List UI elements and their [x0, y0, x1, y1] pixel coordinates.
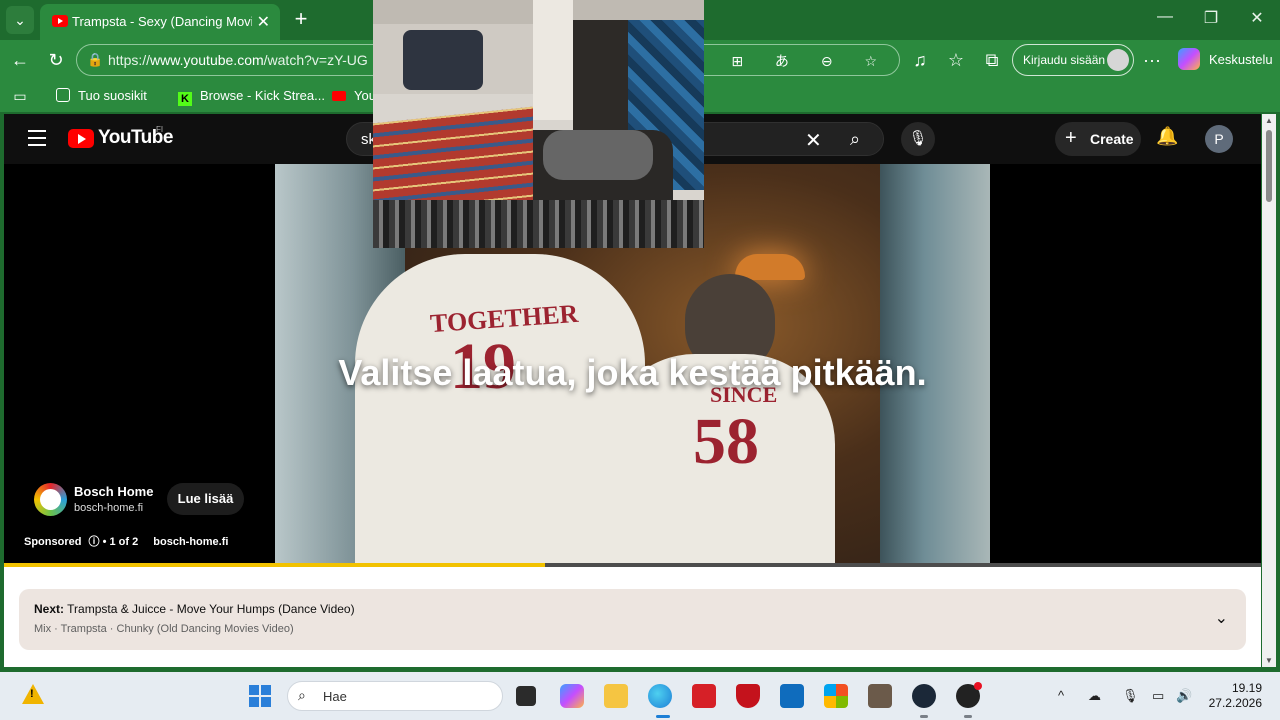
favorite-import[interactable]: Tuo suosikit: [56, 88, 147, 103]
webcam-floor-clutter: [373, 200, 704, 248]
address-url: https://www.youtube.com/watch?v=zY-UG: [108, 52, 368, 68]
scroll-up-icon[interactable]: ▲: [1265, 116, 1273, 125]
webcam-overlay: [373, 0, 704, 248]
back-arrow-icon[interactable]: ←: [8, 48, 32, 72]
game-app-icon[interactable]: [868, 684, 892, 708]
search-icon: ⌕: [298, 687, 306, 703]
outlook-icon[interactable]: [780, 684, 804, 708]
learn-more-button[interactable]: Lue lisää: [167, 483, 244, 515]
menu-icon[interactable]: [28, 130, 46, 151]
file-explorer-icon[interactable]: [604, 684, 628, 708]
address-bar-icons[interactable]: ⊞ あ ⊖ ☆: [731, 51, 891, 71]
windows-taskbar: ⌕ Hae ^ ☁ 🎙 ▭ 🔊 19.19 27.2.2026: [0, 672, 1280, 720]
browser-tab-youtube[interactable]: Trampsta - Sexy (Dancing Movies V... ✕: [40, 4, 280, 40]
warning-icon[interactable]: [22, 684, 44, 706]
new-tab-button[interactable]: +: [288, 6, 314, 32]
mcafee-icon[interactable]: [736, 684, 760, 708]
webcam-door: [533, 0, 573, 120]
clock-time: 19.19: [1231, 681, 1262, 695]
sign-in-label: Kirjaudu sisään: [1023, 53, 1106, 67]
tab-actions-chevron-icon[interactable]: ⌄: [6, 6, 34, 34]
tab-close-icon[interactable]: ✕: [257, 12, 270, 32]
up-next-panel[interactable]: Next: Trampsta & Juicce - Move Your Hump…: [19, 589, 1246, 650]
plus-icon: +: [1065, 127, 1077, 149]
steam-icon[interactable]: [912, 684, 936, 708]
close-window-button[interactable]: ✕: [1242, 8, 1272, 28]
ad-caption: Valitse laatua, joka kestää pitkään.: [338, 352, 927, 393]
copilot-icon[interactable]: [1178, 48, 1200, 70]
minimize-button[interactable]: —: [1150, 8, 1180, 26]
sign-in-button[interactable]: Kirjaudu sisään: [1012, 44, 1134, 76]
copilot-label[interactable]: Keskustelu: [1209, 52, 1273, 67]
edge-active-indicator: [656, 715, 670, 718]
onedrive-icon[interactable]: ☁: [1088, 688, 1101, 704]
tray-overflow-icon[interactable]: ^: [1058, 688, 1064, 703]
advertiser-domain: bosch-home.fi: [74, 502, 144, 514]
network-icon[interactable]: ▭: [1152, 688, 1164, 704]
sidebar-toggle-icon[interactable]: ▭: [8, 84, 32, 108]
webcam-pillow: [543, 130, 653, 180]
start-button[interactable]: [249, 685, 271, 707]
region-code: FI: [156, 125, 164, 134]
advertiser-logo[interactable]: [34, 483, 67, 516]
copilot-app-icon[interactable]: [560, 684, 584, 708]
clear-search-icon[interactable]: ✕: [805, 128, 822, 153]
search-button[interactable]: ⌕: [827, 123, 883, 155]
kick-icon: K: [178, 92, 192, 106]
create-button[interactable]: + Create: [1055, 122, 1141, 156]
volume-icon[interactable]: 🔊: [1176, 688, 1192, 704]
chevron-down-icon[interactable]: ⌄: [1215, 608, 1228, 628]
voice-search-icon[interactable]: 🎙: [901, 122, 935, 156]
info-icon[interactable]: ⓘ: [89, 536, 100, 548]
clock-date: 27.2.2026: [1208, 696, 1262, 710]
recording-badge: [974, 682, 982, 690]
steam-running-indicator: [920, 715, 928, 718]
page-scrollbar[interactable]: ▲ ▼: [1262, 114, 1276, 667]
scroll-down-icon[interactable]: ▼: [1265, 656, 1273, 665]
youtube-logo-icon[interactable]: [68, 129, 94, 148]
more-options-icon[interactable]: ···: [1140, 48, 1164, 72]
jersey-left: [355, 254, 645, 567]
advertiser-name[interactable]: Bosch Home: [74, 484, 153, 499]
microphone-icon[interactable]: 🎙: [1122, 688, 1139, 704]
youtube-icon: [332, 91, 346, 101]
below-player: Next: Trampsta & Juicce - Move Your Hump…: [4, 567, 1261, 667]
up-next-title: Next: Trampsta & Juicce - Move Your Hump…: [34, 602, 355, 616]
taskbar-clock[interactable]: 19.19 27.2.2026: [1206, 681, 1262, 711]
favorites-icon[interactable]: ☆: [944, 48, 968, 72]
up-next-subtitle: Mix · Trampsta · Chunky (Old Dancing Mov…: [34, 623, 294, 635]
sponsored-info: Sponsored ⓘ • 1 of 2 bosch-home.fi: [24, 533, 228, 549]
refresh-icon[interactable]: ↻: [44, 48, 68, 72]
jersey2-number: 58: [693, 405, 759, 478]
microsoft-store-icon[interactable]: [824, 684, 848, 708]
favorite-kick[interactable]: K Browse - Kick Strea...: [178, 88, 325, 106]
edge-icon[interactable]: [648, 684, 672, 708]
youtube-favicon-icon: [52, 15, 68, 27]
ad-counter: • 1 of 2: [102, 536, 139, 548]
tab-title: Trampsta - Sexy (Dancing Movies V...: [72, 14, 252, 29]
task-view-icon[interactable]: [516, 686, 536, 706]
restore-button[interactable]: ❐: [1196, 8, 1226, 28]
scrollbar-thumb[interactable]: [1266, 130, 1272, 202]
favorite-youtube[interactable]: You: [332, 88, 376, 103]
notifications-bell-icon[interactable]: 🔔: [1156, 126, 1178, 147]
webcam-clothes: [403, 30, 483, 90]
media-control-icon[interactable]: ♫: [908, 48, 932, 72]
collections-icon[interactable]: ⧉: [980, 48, 1004, 72]
lastpass-icon[interactable]: [692, 684, 716, 708]
sponsored-label: Sponsored: [24, 536, 82, 548]
create-label: Create: [1090, 131, 1134, 147]
account-avatar[interactable]: P: [1205, 125, 1233, 153]
lock-icon: 🔒: [87, 52, 104, 67]
taskbar-search[interactable]: ⌕ Hae: [287, 681, 503, 711]
taskbar-search-placeholder: Hae: [323, 689, 347, 704]
import-icon: [56, 88, 70, 102]
obs-running-indicator: [964, 715, 972, 718]
sponsored-domain[interactable]: bosch-home.fi: [153, 536, 228, 548]
profile-avatar-icon: [1107, 49, 1129, 71]
